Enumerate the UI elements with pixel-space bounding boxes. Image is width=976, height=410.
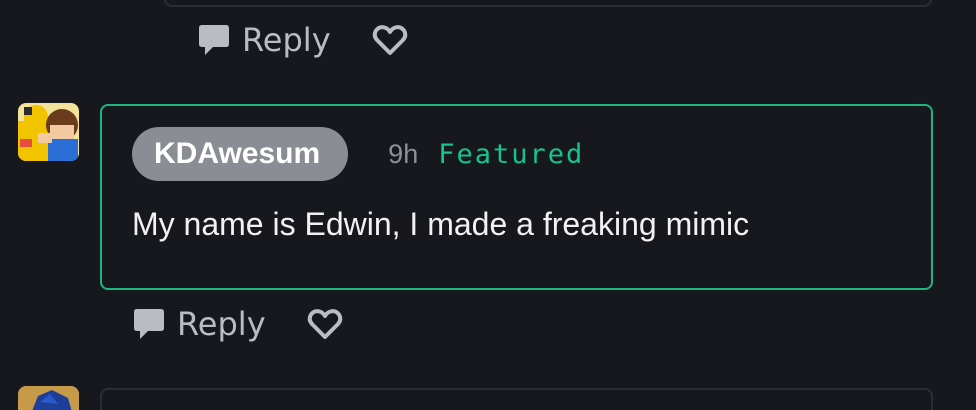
heart-outline-icon[interactable] [306,305,344,343]
previous-comment-actions: Reply [196,20,409,60]
comment-thread: Reply KDAwesum 9h Featured My name is Ed… [0,0,976,410]
next-comment-card [100,388,933,410]
reply-button[interactable]: Reply [131,304,266,344]
comment-header: KDAwesum 9h Featured [132,127,584,181]
featured-comment-card: KDAwesum 9h Featured My name is Edwin, I… [100,104,933,290]
user-avatar[interactable] [18,103,79,161]
reply-label: Reply [177,305,266,343]
featured-badge: Featured [438,138,585,170]
reply-button[interactable]: Reply [196,20,331,60]
username-link[interactable]: KDAwesum [132,127,349,181]
comment-bubble-icon [199,25,229,55]
comment-timestamp: 9h [388,138,419,169]
reply-label: Reply [242,21,331,59]
previous-comment-card [163,0,933,7]
user-avatar-image [18,103,79,161]
comment-bubble-icon [134,309,164,339]
user-avatar-image [18,386,79,410]
comment-body: My name is Edwin, I made a freaking mimi… [132,206,750,242]
featured-comment-actions: Reply [131,304,344,344]
next-user-avatar[interactable] [18,386,79,410]
heart-outline-icon[interactable] [371,21,409,59]
